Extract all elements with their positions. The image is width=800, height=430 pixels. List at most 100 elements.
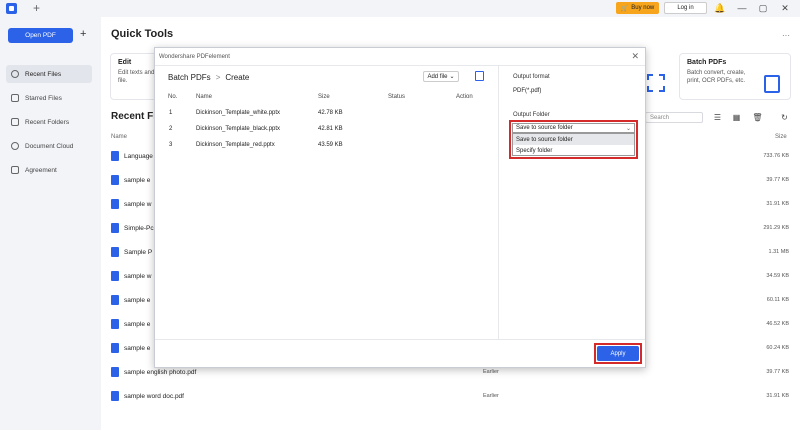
sidebar-item-agreement[interactable]: Agreement [6, 161, 92, 179]
pdf-file-icon [111, 247, 119, 257]
add-file-label: Add file [427, 73, 448, 80]
sidebar: Open PDF + Recent Files Starred Files Re… [0, 17, 100, 430]
output-folder-label: Output Folder [513, 112, 550, 118]
batch-icon [764, 75, 780, 93]
file-size: 46.52 KB [766, 321, 789, 327]
col-status: Status [388, 94, 406, 100]
output-format-value: PDF(*.pdf) [513, 88, 542, 94]
pdf-file-icon [111, 391, 119, 401]
row-size: 42.78 KB [318, 110, 343, 116]
dialog-header: Wondershare PDFelement ✕ [155, 48, 645, 66]
new-tab-button[interactable]: + [33, 1, 40, 15]
card-title: Batch PDFs [687, 59, 727, 66]
recent-files-title: Recent Fil [111, 111, 159, 122]
sidebar-item-recent-folders[interactable]: Recent Folders [6, 113, 92, 131]
file-name: sample e [124, 297, 151, 304]
add-file-button[interactable]: Add file ⌄ [423, 71, 459, 82]
pdf-file-icon [111, 175, 119, 185]
highlight-frame [509, 120, 638, 159]
sidebar-item-document-cloud[interactable]: Document Cloud [6, 137, 92, 155]
minimize-button[interactable]: — [735, 1, 749, 15]
sidebar-item-label: Document Cloud [25, 142, 74, 150]
col-no: No. [168, 94, 178, 100]
file-name: sample word doc.pdf [124, 393, 184, 400]
close-window-button[interactable]: ✕ [778, 1, 792, 15]
close-icon[interactable]: ✕ [631, 51, 639, 62]
bell-icon[interactable]: 🔔 [713, 1, 727, 15]
file-date: Earlier [483, 393, 499, 399]
pdf-file-icon [111, 367, 119, 377]
breadcrumb-root[interactable]: Batch PDFs [168, 73, 211, 82]
login-button[interactable]: Log in [664, 2, 707, 14]
file-date: Earlier [483, 369, 499, 375]
file-name: Sample P [124, 249, 153, 256]
refresh-icon[interactable]: ↻ [779, 112, 790, 123]
file-size: 39.77 KB [766, 369, 789, 375]
cart-icon: 🛒 [620, 5, 629, 12]
file-name: sample english photo.pdf [124, 369, 197, 376]
file-name: sample w [124, 273, 152, 280]
pdf-file-icon [111, 343, 119, 353]
size-column-header[interactable]: Size [775, 134, 787, 140]
apply-button[interactable]: Apply [597, 346, 639, 361]
file-size: 39.77 KB [766, 177, 789, 183]
row-name: Dickinson_Template_black.pptx [196, 126, 281, 132]
pdf-file-icon [111, 151, 119, 161]
grid-view-icon[interactable]: ▦ [731, 112, 742, 123]
document-icon [11, 166, 19, 174]
delete-icon[interactable]: 🗑 [752, 112, 763, 123]
list-view-icon[interactable]: ☰ [712, 112, 723, 123]
pdf-file-icon [111, 223, 119, 233]
file-size: 733.76 KB [763, 153, 789, 159]
add-button[interactable]: + [80, 28, 86, 40]
row-size: 42.81 KB [318, 126, 343, 132]
col-action: Action [456, 94, 473, 100]
app-logo-icon [6, 3, 17, 14]
folder-icon [11, 118, 19, 126]
row-name: Dickinson_Template_white.pptx [196, 110, 281, 116]
row-no: 3 [169, 142, 173, 148]
pdf-file-icon [111, 295, 119, 305]
file-name: sample e [124, 177, 151, 184]
batch-create-dialog: Wondershare PDFelement ✕ Batch PDFs > Cr… [154, 47, 646, 368]
cloud-icon [11, 142, 19, 150]
file-size: 291.29 KB [763, 225, 789, 231]
breadcrumb: Batch PDFs > Create [168, 73, 249, 82]
dialog-footer [155, 339, 645, 369]
breadcrumb-current: Create [225, 73, 250, 82]
row-no: 2 [169, 126, 173, 132]
buy-now-button[interactable]: 🛒 Buy now [616, 2, 659, 14]
output-format-label: Output format [513, 74, 550, 80]
pdf-file-icon [111, 199, 119, 209]
file-size: 1.31 MB [768, 249, 789, 255]
maximize-button[interactable]: ▢ [756, 1, 770, 15]
file-name: Simple-Pc [124, 225, 154, 232]
row-name: Dickinson_Template_red.pptx [196, 142, 275, 148]
card-desc: Edit texts and file. [118, 70, 155, 84]
batch-pdfs-card[interactable]: Batch PDFs Batch convert, create, print,… [679, 53, 791, 100]
more-icon[interactable]: ··· [782, 31, 790, 40]
file-size: 31.91 KB [766, 201, 789, 207]
search-input[interactable]: Search [645, 112, 703, 123]
sidebar-item-starred-files[interactable]: Starred Files [6, 89, 92, 107]
sidebar-item-label: Agreement [25, 166, 57, 174]
file-size: 34.59 KB [766, 273, 789, 279]
settings-panel: Output format PDF(*.pdf) Output Folder S… [500, 66, 646, 339]
trash-icon[interactable] [475, 71, 484, 81]
edit-card[interactable]: Edit Edit texts and file. [110, 53, 160, 100]
name-column-header[interactable]: Name [111, 134, 127, 140]
file-name: sample e [124, 321, 151, 328]
file-size: 60.11 KB [766, 297, 789, 303]
open-pdf-button[interactable]: Open PDF [8, 28, 73, 43]
chevron-right-icon: > [215, 73, 221, 82]
sidebar-item-recent-files[interactable]: Recent Files [6, 65, 92, 83]
star-icon [11, 94, 19, 102]
table-row[interactable]: sample word doc.pdf Earlier 31.91 KB [111, 389, 791, 405]
buy-now-label: Buy now [631, 5, 655, 11]
file-name: sample e [124, 345, 151, 352]
file-name: sample w [124, 201, 152, 208]
sidebar-item-label: Recent Folders [25, 118, 70, 126]
chevron-down-icon: ⌄ [449, 74, 455, 80]
file-name: Language [124, 153, 153, 160]
dialog-title: Wondershare PDFelement [159, 54, 230, 60]
